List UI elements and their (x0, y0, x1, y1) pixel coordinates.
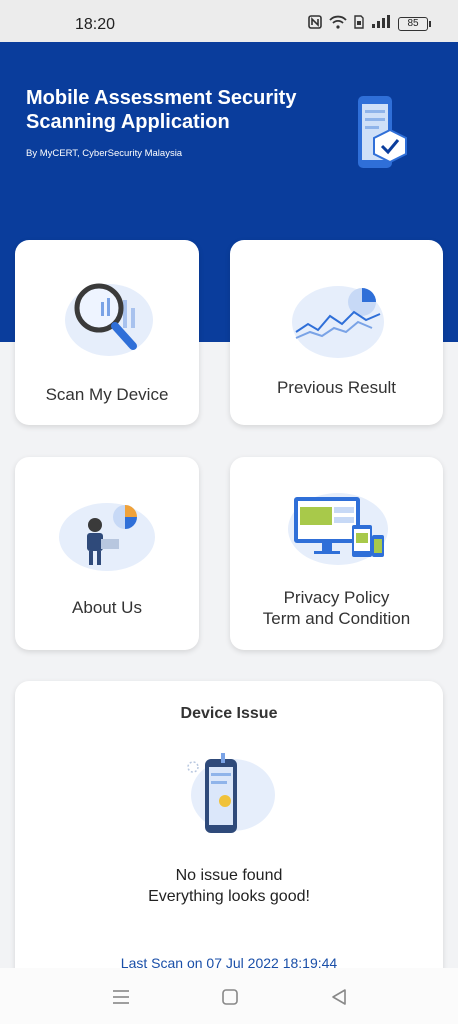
issue-message-line2: Everything looks good! (148, 888, 310, 905)
privacy-policy-label: Privacy Policy Term and Condition (262, 588, 411, 628)
back-icon[interactable] (328, 986, 350, 1008)
previous-result-card[interactable]: Previous Result (230, 240, 443, 425)
home-icon[interactable] (219, 986, 241, 1008)
device-issue-card: Device Issue No issue found Everything l… (15, 681, 443, 1001)
app-title: Mobile Assessment Security Scanning Appl… (26, 87, 297, 133)
signal-icon (371, 15, 391, 32)
status-time: 18:20 (75, 16, 116, 33)
wifi-icon (329, 15, 347, 32)
battery-icon: 85 (398, 16, 431, 31)
person-laptop-icon (59, 503, 155, 571)
issue-message-line1: No issue found (175, 867, 283, 884)
device-issue-title: Device Issue (180, 705, 278, 722)
scan-device-card[interactable]: Scan My Device (15, 240, 199, 425)
menu-icon[interactable] (110, 986, 132, 1008)
sim-icon (354, 15, 364, 32)
about-us-label: About Us (72, 598, 142, 617)
system-nav-bar (0, 968, 458, 1024)
app-subtitle: By MyCERT, CyberSecurity Malaysia (26, 148, 183, 159)
secure-phone-icon (187, 753, 275, 833)
privacy-policy-card[interactable]: Privacy Policy Term and Condition (230, 457, 443, 650)
about-us-card[interactable]: About Us (15, 457, 199, 650)
app-logo-icon (358, 96, 407, 168)
scan-device-label: Scan My Device (45, 385, 169, 404)
status-icons: 85 (308, 15, 431, 32)
status-bar: 18:20 85 (0, 0, 458, 42)
analytics-chart-icon (292, 286, 384, 358)
nfc-icon (308, 15, 322, 32)
previous-result-label: Previous Result (276, 378, 397, 397)
magnifier-icon (65, 283, 153, 356)
devices-icon (288, 493, 388, 565)
